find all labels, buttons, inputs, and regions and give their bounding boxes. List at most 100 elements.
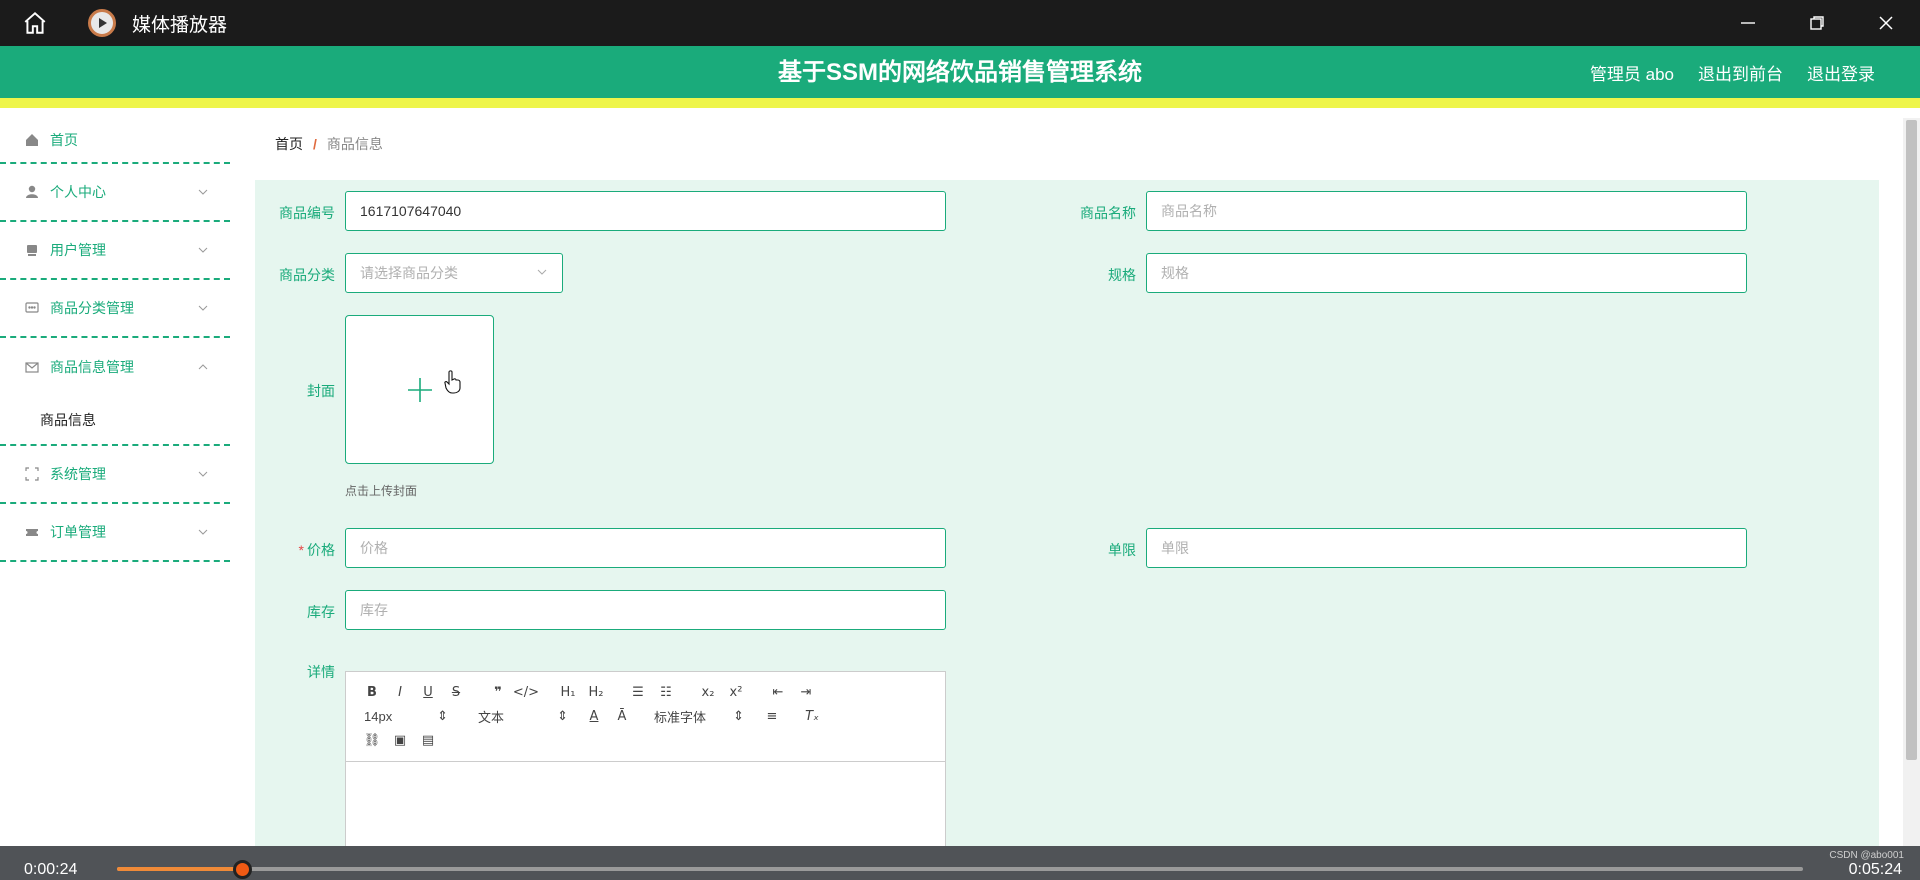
sidebar-item-home[interactable]: 首页 [0, 118, 230, 164]
link-icon[interactable]: ⛓ [358, 728, 386, 752]
superscript-icon[interactable]: x² [722, 680, 750, 704]
required-mark: * [298, 542, 304, 558]
minimize-icon [1740, 22, 1755, 24]
font-size-value: 14px [364, 708, 393, 724]
spec-input[interactable]: 规格 [1146, 253, 1747, 293]
sidebar-item-label: 商品分类管理 [50, 300, 134, 316]
updown-icon: ⇕ [437, 708, 448, 723]
limit-input[interactable]: 单限 [1146, 528, 1747, 568]
vertical-scrollbar[interactable] [1903, 118, 1920, 846]
cover-label: 封面 [307, 383, 335, 399]
sidebar-item-label: 用户管理 [50, 242, 106, 258]
blockquote-icon[interactable]: ❞ [484, 680, 512, 704]
minimize-button[interactable] [1713, 0, 1782, 46]
seek-progress [117, 867, 242, 871]
chat-icon [24, 300, 40, 316]
heading1-icon[interactable]: H₁ [554, 680, 582, 704]
breadcrumb-current: 商品信息 [326, 136, 383, 152]
sidebar-item-profile[interactable]: 个人中心 [0, 164, 230, 222]
text-color-icon[interactable]: A [580, 704, 608, 728]
spec-label: 规格 [1108, 267, 1136, 283]
mail-icon [24, 359, 40, 375]
category-select[interactable]: 请选择商品分类 [345, 253, 563, 293]
stock-label: 库存 [307, 604, 335, 620]
rich-text-editor: B I U S ❞ </> H₁ H₂ ☰ ☷ x₂ x² ⇤ ⇥ 14px ⇕ … [345, 671, 946, 851]
chevron-down-icon [198, 189, 208, 195]
cover-upload[interactable] [345, 315, 494, 464]
sidebar-subitem-label: 商品信息 [40, 412, 96, 428]
seek-bar[interactable] [117, 867, 1803, 871]
sidebar-item-label: 商品信息管理 [50, 359, 134, 375]
home-icon [24, 11, 46, 34]
sidebar-item-orders[interactable]: 订单管理 [0, 504, 230, 562]
sidebar-item-product-info[interactable]: 商品信息管理 [0, 338, 230, 396]
category-placeholder: 请选择商品分类 [360, 265, 458, 281]
price-input[interactable]: 价格 [345, 528, 946, 568]
chevron-up-icon [198, 364, 208, 370]
total-time: 0:05:24 [1848, 861, 1902, 878]
chevron-down-icon [198, 471, 208, 477]
sidebar-subitem-product-info[interactable]: 商品信息 [0, 396, 230, 446]
sidebar-item-category[interactable]: 商品分类管理 [0, 280, 230, 338]
bullet-list-icon[interactable]: ☷ [652, 680, 680, 704]
header-picker[interactable]: 文本 ⇕ [472, 704, 570, 728]
editor-content[interactable] [346, 762, 945, 850]
window-titlebar: 媒体播放器 [0, 0, 1920, 46]
underline-button[interactable]: U [414, 680, 442, 704]
sidebar-item-system[interactable]: 系统管理 [0, 446, 230, 504]
sidebar: 首页 个人中心 用户管理 商品分类管理 商品信息管理 商品信息 系统管理 订单管… [0, 118, 230, 846]
price-label-text: 价格 [307, 542, 335, 558]
image-icon[interactable]: ▣ [386, 728, 414, 752]
code-icon[interactable]: </> [512, 680, 540, 704]
sidebar-item-label: 首页 [50, 132, 78, 148]
admin-name: 管理员 abo [1589, 64, 1674, 84]
close-button[interactable] [1851, 0, 1920, 46]
breadcrumb-home[interactable]: 首页 [275, 134, 303, 154]
sidebar-item-users[interactable]: 用户管理 [0, 222, 230, 280]
font-family-picker[interactable]: 标准字体 ⇕ [648, 704, 746, 728]
seek-handle[interactable] [232, 860, 252, 879]
stock-input[interactable]: 库存 [345, 590, 946, 630]
ticket-icon [24, 524, 40, 540]
category-label: 商品分类 [279, 267, 335, 283]
ordered-list-icon[interactable]: ☰ [624, 680, 652, 704]
logout-link[interactable]: 退出登录 [1807, 60, 1875, 85]
media-player-logo-icon [88, 9, 116, 37]
font-size-picker[interactable]: 14px ⇕ [358, 704, 450, 728]
cover-hint: 点击上传封面 [345, 484, 418, 498]
strike-button[interactable]: S [442, 680, 470, 704]
chevron-down-icon [198, 247, 208, 253]
heading2-icon[interactable]: H₂ [582, 680, 610, 704]
media-player-controls: 0:00:24 0:05:24 CSDN @abo001 [0, 846, 1920, 880]
hand-cursor-icon [444, 370, 461, 394]
restore-button[interactable] [1782, 0, 1851, 46]
home-button[interactable] [0, 0, 70, 46]
outdent-icon[interactable]: ⇤ [764, 680, 792, 704]
breadcrumb: 首页 / 商品信息 [255, 120, 1879, 168]
chevron-down-icon [537, 269, 547, 275]
header-value: 文本 [478, 709, 505, 725]
bold-button[interactable]: B [358, 680, 386, 704]
limit-label: 单限 [1108, 542, 1136, 558]
background-color-icon[interactable]: Ā [608, 704, 636, 728]
align-icon[interactable]: ≡ [758, 704, 786, 728]
sidebar-item-label: 个人中心 [50, 184, 106, 200]
italic-button[interactable]: I [386, 680, 414, 704]
user-icon [24, 184, 40, 200]
indent-icon[interactable]: ⇥ [792, 680, 820, 704]
subscript-icon[interactable]: x₂ [694, 680, 722, 704]
editor-toolbar: B I U S ❞ </> H₁ H₂ ☰ ☷ x₂ x² ⇤ ⇥ 14px ⇕ … [346, 672, 945, 762]
scrollbar-thumb[interactable] [1906, 120, 1917, 760]
window-title: 媒体播放器 [132, 14, 228, 36]
back-to-front-link[interactable]: 退出到前台 [1698, 60, 1783, 85]
breadcrumb-separator: / [313, 136, 317, 152]
clear-format-icon[interactable]: Tₓ [798, 704, 826, 728]
fullscreen-icon [24, 466, 40, 482]
updown-icon: ⇕ [733, 708, 744, 723]
code-input[interactable]: 1617107647040 [345, 191, 946, 231]
video-icon[interactable]: ▤ [414, 728, 442, 752]
detail-label: 详情 [307, 664, 335, 680]
name-input[interactable]: 商品名称 [1146, 191, 1747, 231]
current-time: 0:00:24 [24, 861, 78, 878]
updown-icon: ⇕ [557, 708, 568, 723]
